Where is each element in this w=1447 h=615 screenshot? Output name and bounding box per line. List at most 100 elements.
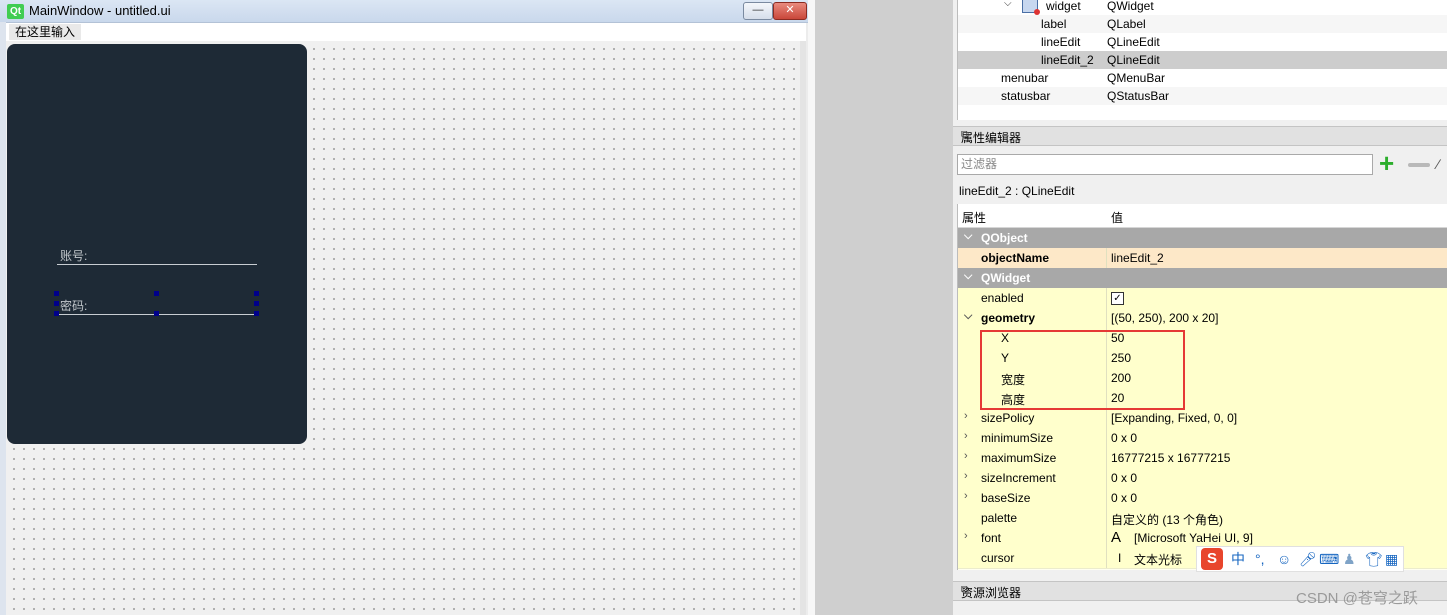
- property-table-header: 属性 值: [958, 204, 1447, 228]
- prop-basesize[interactable]: › baseSize 0 x 0: [958, 488, 1447, 509]
- filter-input[interactable]: 过滤器: [957, 154, 1373, 175]
- tree-item-name: label: [1041, 17, 1067, 31]
- resize-handle[interactable]: [54, 301, 59, 306]
- remove-property-icon[interactable]: [1408, 163, 1430, 167]
- watermark: CSDN @苍穹之跃: [1296, 590, 1418, 607]
- chevron-right-icon[interactable]: ›: [964, 490, 968, 502]
- tree-row[interactable]: statusbar QStatusBar: [958, 87, 1447, 105]
- text-cursor-icon: I: [1118, 551, 1122, 565]
- skin-shirt-icon[interactable]: 👕︎: [1365, 551, 1383, 567]
- tree-row-selected[interactable]: lineEdit_2 QLineEdit: [958, 51, 1447, 69]
- prop-objectname[interactable]: objectName lineEdit_2: [958, 248, 1447, 269]
- prop-maximumsize[interactable]: › maximumSize 16777215 x 16777215: [958, 448, 1447, 469]
- prop-key: palette: [981, 511, 1018, 525]
- chevron-right-icon[interactable]: ›: [964, 470, 968, 482]
- tree-item-name: widget: [1046, 0, 1081, 13]
- prop-value[interactable]: 0 x 0: [1111, 471, 1137, 485]
- tree-row[interactable]: label QLabel: [958, 15, 1447, 33]
- tree-item-class: QLineEdit: [1107, 35, 1160, 49]
- prop-palette[interactable]: palette 自定义的 (13 个角色): [958, 508, 1447, 529]
- chevron-down-icon[interactable]: ⌵: [964, 230, 972, 243]
- prop-value[interactable]: 16777215 x 16777215: [1111, 451, 1230, 465]
- toolbox-grid-icon[interactable]: ▦: [1385, 551, 1398, 567]
- chevron-right-icon[interactable]: ›: [964, 410, 968, 422]
- resize-handle[interactable]: [54, 311, 59, 316]
- float-dock-icon[interactable]: ⧉: [961, 129, 1439, 142]
- resize-handle[interactable]: [254, 301, 259, 306]
- prop-value[interactable]: [(50, 250), 200 x 20]: [1111, 311, 1218, 325]
- minimize-icon: —: [752, 4, 764, 16]
- panel-divider: [808, 0, 815, 615]
- prop-value[interactable]: [Microsoft YaHei UI, 9]: [1134, 531, 1253, 545]
- prop-value[interactable]: [Expanding, Fixed, 0, 0]: [1111, 411, 1237, 425]
- window-title: MainWindow - untitled.ui: [29, 3, 171, 18]
- keyboard-icon[interactable]: ⌨: [1319, 551, 1339, 567]
- close-icon: ✕: [785, 4, 795, 16]
- resize-handle[interactable]: [254, 291, 259, 296]
- ime-punct-toggle[interactable]: °,: [1255, 551, 1265, 567]
- enabled-checkbox[interactable]: ✓: [1111, 292, 1124, 305]
- minimize-button[interactable]: —: [743, 2, 773, 20]
- add-property-icon[interactable]: +: [1379, 150, 1401, 176]
- emoji-icon[interactable]: ☺: [1277, 551, 1291, 567]
- tree-item-name: lineEdit: [1041, 35, 1081, 49]
- prop-value[interactable]: 0 x 0: [1111, 491, 1137, 505]
- configure-icon[interactable]: ∕: [1437, 156, 1447, 172]
- resize-handle[interactable]: [54, 291, 59, 296]
- prop-key: font: [981, 531, 1002, 545]
- tree-item-class: QStatusBar: [1107, 89, 1170, 103]
- menu-type-here[interactable]: 在这里输入: [9, 24, 82, 40]
- prop-sizeincrement[interactable]: › sizeIncrement 0 x 0: [958, 468, 1447, 489]
- chevron-right-icon[interactable]: ›: [964, 430, 968, 442]
- tree-row[interactable]: menubar QMenuBar: [958, 69, 1447, 87]
- selected-object-label: lineEdit_2 : QLineEdit: [959, 184, 1075, 198]
- group-label: QObject: [981, 231, 1028, 245]
- prop-minimumsize[interactable]: › minimumSize 0 x 0: [958, 428, 1447, 449]
- prop-sizepolicy[interactable]: › sizePolicy [Expanding, Fixed, 0, 0]: [958, 408, 1447, 429]
- chevron-down-icon[interactable]: ⌵: [964, 310, 972, 323]
- empty-area: [815, 0, 953, 615]
- widget-icon: [1022, 0, 1040, 15]
- close-button[interactable]: ✕: [773, 2, 807, 20]
- tree-item-class: QLineEdit: [1107, 53, 1160, 67]
- chevron-down-icon[interactable]: ⌵: [964, 270, 972, 283]
- login-card-widget[interactable]: 账号: 密码:: [7, 44, 307, 444]
- prop-key: sizePolicy: [981, 411, 1035, 425]
- tree-row[interactable]: lineEdit QLineEdit: [958, 33, 1447, 51]
- chevron-right-icon[interactable]: ›: [964, 530, 968, 542]
- form-menubar: 在这里输入: [6, 23, 806, 41]
- microphone-icon[interactable]: 🎤︎: [1299, 551, 1317, 567]
- account-line-edit[interactable]: 账号:: [57, 244, 257, 265]
- prop-key: cursor: [981, 551, 1015, 565]
- prop-key: maximumSize: [981, 451, 1057, 465]
- resize-handle[interactable]: [154, 291, 159, 296]
- resize-handle[interactable]: [154, 311, 159, 316]
- prop-geometry[interactable]: ⌵ geometry [(50, 250), 200 x 20]: [958, 308, 1447, 329]
- ime-lang-toggle[interactable]: 中: [1231, 551, 1245, 567]
- prop-value[interactable]: 自定义的 (13 个角色): [1111, 511, 1223, 528]
- group-qwidget[interactable]: ⌵ QWidget: [958, 268, 1447, 288]
- prop-key: sizeIncrement: [981, 471, 1056, 485]
- sogou-logo-icon[interactable]: S: [1201, 548, 1223, 570]
- object-inspector-tree: ⌵ widget QWidget label QLabel lineEdit Q…: [957, 0, 1447, 120]
- resize-handle[interactable]: [254, 311, 259, 316]
- prop-value[interactable]: lineEdit_2: [1111, 251, 1164, 265]
- tree-item-name: statusbar: [1001, 89, 1051, 103]
- user-icon[interactable]: ♟: [1343, 551, 1356, 567]
- prop-enabled[interactable]: enabled ✓: [958, 288, 1447, 309]
- prop-value[interactable]: 文本光标: [1134, 551, 1182, 568]
- group-qobject[interactable]: ⌵ QObject: [958, 228, 1447, 248]
- account-placeholder: 账号:: [60, 249, 88, 263]
- prop-key: minimumSize: [981, 431, 1054, 445]
- qt-logo-icon: Qt: [7, 4, 24, 19]
- password-placeholder: 密码:: [60, 299, 88, 313]
- group-label: QWidget: [981, 271, 1031, 285]
- right-dock: ⌵ widget QWidget label QLabel lineEdit Q…: [953, 0, 1447, 615]
- header-property: 属性: [962, 211, 987, 225]
- prop-value[interactable]: 0 x 0: [1111, 431, 1137, 445]
- prop-key: enabled: [981, 291, 1024, 305]
- chevron-right-icon[interactable]: ›: [964, 450, 968, 462]
- chevron-down-icon[interactable]: ⌵: [1004, 0, 1012, 9]
- tree-row[interactable]: ⌵ widget QWidget: [958, 0, 1447, 15]
- canvas-scrollbar[interactable]: [800, 41, 806, 615]
